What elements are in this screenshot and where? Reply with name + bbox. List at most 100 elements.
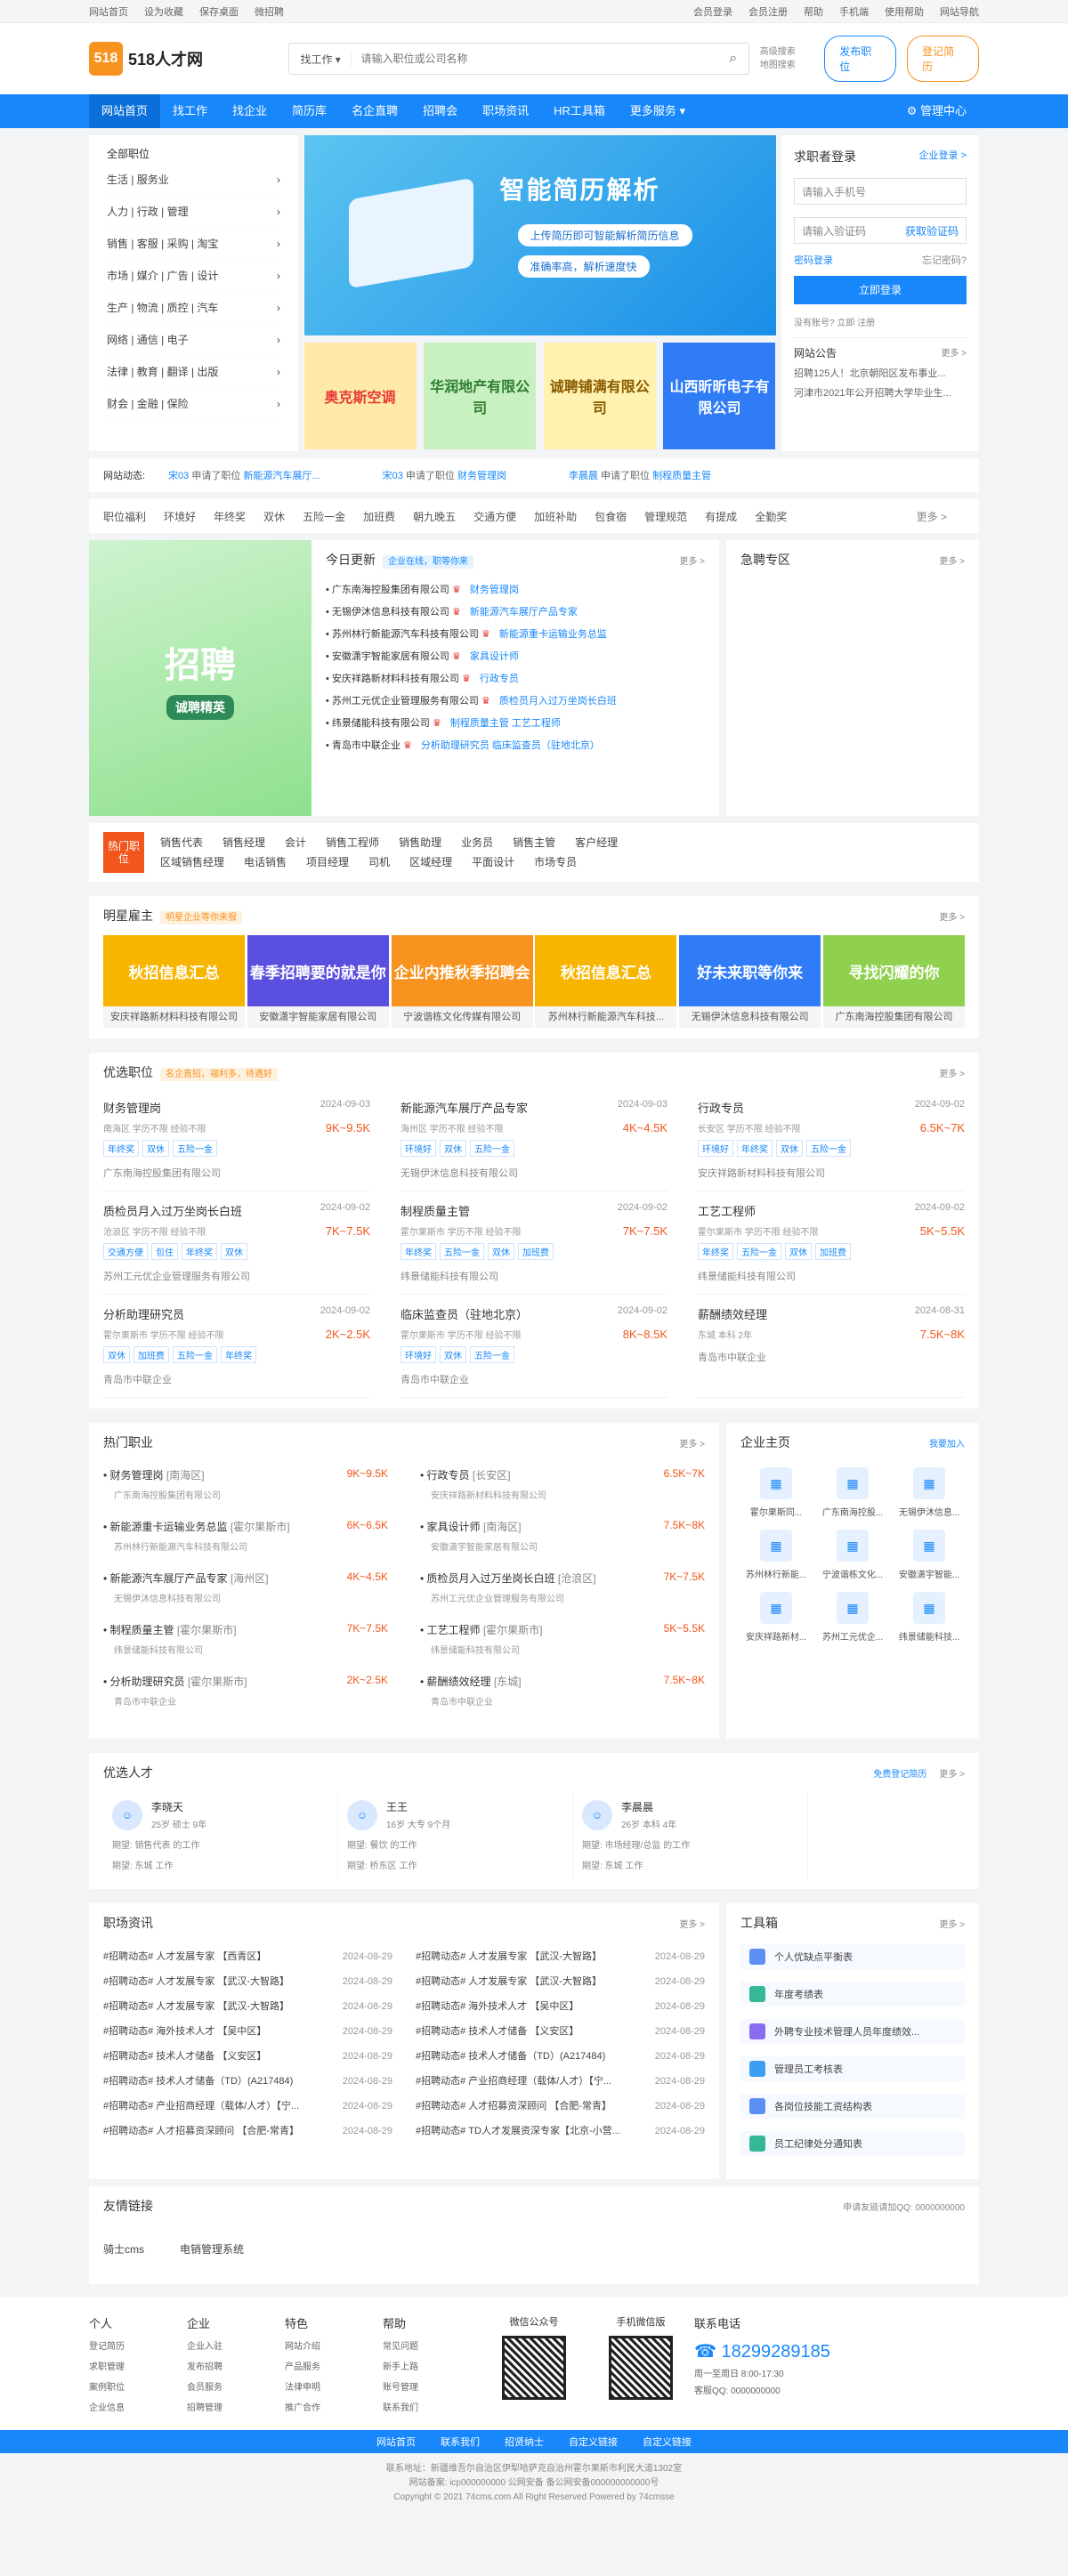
hot-career-company[interactable]: 苏州工元优企业管理服务有限公司 <box>420 1591 705 1604</box>
employer-card[interactable]: 好未来职等你来 无锡伊沐信息科技有限公司 <box>679 935 821 1028</box>
job-company[interactable]: 广东南海控股集团有限公司 <box>103 1166 370 1180</box>
top-link[interactable]: 使用帮助 <box>885 7 924 18</box>
category-item[interactable]: 法律 | 教育 | 翻译 | 出版 › <box>107 356 280 388</box>
job-company[interactable]: 苏州工元优企业管理服务有限公司 <box>103 1269 370 1283</box>
footer-link[interactable]: 求职管理 <box>89 2359 187 2372</box>
register-link[interactable]: 没有账号? 立即 注册 <box>794 315 967 328</box>
update-item[interactable]: • 安庆祥路新材料科技有限公司 ♛ 行政专员 <box>326 668 705 690</box>
tool-item[interactable]: 个人优缺点平衡表 <box>740 1944 965 1969</box>
job-link[interactable]: 新能源重卡运输业务总监 <box>499 629 607 640</box>
get-code-button[interactable]: 获取验证码 <box>905 218 959 243</box>
news-more-link[interactable]: 更多 > <box>679 1917 705 1930</box>
hot-job-link[interactable]: 销售经理 <box>222 833 265 852</box>
news-item[interactable]: #招聘动态# 技术人才储备 【义安区】 2024-08-29 <box>416 2019 705 2044</box>
hot-career-item[interactable]: • 行政专员 [长安区] 6.5K~7K 安庆祥路新材料科技有限公司 <box>420 1462 705 1514</box>
hot-career-title[interactable]: • 新能源汽车展厅产品专家 [海州区] <box>103 1571 269 1586</box>
hot-job-link[interactable]: 区域经理 <box>409 852 452 872</box>
search-input[interactable] <box>352 44 718 74</box>
enterprise-login-link[interactable]: 企业登录 > <box>919 148 967 166</box>
enterprise-item[interactable]: ▦ 苏州工元优企... <box>817 1592 888 1654</box>
job-title[interactable]: 制程质量主管 <box>400 1202 470 1219</box>
news-item[interactable]: #招聘动态# 产业招商经理（载体/人才）【宁... 2024-08-29 <box>103 2094 392 2119</box>
footer-link[interactable]: 联系我们 <box>383 2400 481 2413</box>
footer-link[interactable]: 登记简历 <box>89 2338 187 2352</box>
update-more-link[interactable]: 更多 > <box>679 553 705 567</box>
dynamic-item[interactable]: 宋03 申请了职位 新能源汽车展厅... <box>168 468 320 482</box>
job-title[interactable]: 分析助理研究员 <box>103 1305 184 1322</box>
news-item[interactable]: #招聘动态# TD人才发展资深专家【北京-小营... 2024-08-29 <box>416 2119 705 2144</box>
welfare-tag[interactable]: 管理规范 <box>644 509 687 524</box>
enterprise-item[interactable]: ▦ 安徽潇宇智能... <box>894 1530 965 1592</box>
nav-item[interactable]: 网站首页 <box>89 94 161 128</box>
footer-link[interactable]: 会员服务 <box>187 2379 285 2393</box>
news-title[interactable]: #招聘动态# TD人才发展资深专家【北京-小营... <box>416 2119 620 2144</box>
job-company[interactable]: 青岛市中联企业 <box>400 1372 668 1386</box>
post-resume-button[interactable]: 登记简历 <box>907 36 979 82</box>
hot-job-link[interactable]: 平面设计 <box>472 852 514 872</box>
enterprise-item[interactable]: ▦ 宁波谐栋文化... <box>817 1530 888 1592</box>
advanced-search-links[interactable]: 高级搜索 地图搜索 <box>760 45 813 72</box>
job-link[interactable]: 质检员月入过万坐岗长白班 <box>499 696 617 707</box>
news-title[interactable]: #招聘动态# 技术人才储备 【义安区】 <box>103 2044 266 2069</box>
manage-center-link[interactable]: ⚙ 管理中心 <box>894 94 979 128</box>
notice-more-link[interactable]: 更多 > <box>941 345 967 360</box>
news-title[interactable]: #招聘动态# 技术人才储备（TD）(A217484) <box>103 2069 293 2094</box>
news-title[interactable]: #招聘动态# 产业招商经理（载体/人才）【宁... <box>416 2069 611 2094</box>
hot-career-company[interactable]: 青岛市中联企业 <box>420 1694 705 1708</box>
welfare-tag[interactable]: 有提成 <box>705 509 737 524</box>
employer-card[interactable]: 寻找闪耀的你 广东南海控股集团有限公司 <box>822 935 965 1028</box>
welfare-tag[interactable]: 双休 <box>263 509 285 524</box>
welfare-tag[interactable]: 加班费 <box>363 509 395 524</box>
news-title[interactable]: #招聘动态# 技术人才储备（TD）(A217484) <box>416 2044 605 2069</box>
hot-career-item[interactable]: • 新能源重卡运输业务总监 [霍尔果斯市] 6K~6.5K 苏州林行新能源汽车科技有… <box>103 1514 388 1565</box>
top-link[interactable]: 设为收藏 <box>144 7 183 18</box>
small-banner[interactable]: 山西昕昕电子有限公司 <box>663 343 776 449</box>
job-title[interactable]: 质检员月入过万坐岗长白班 <box>103 1202 242 1219</box>
news-item[interactable]: #招聘动态# 技术人才储备（TD）(A217484) 2024-08-29 <box>416 2044 705 2069</box>
job-card[interactable]: 分析助理研究员 2024-09-02 霍尔果斯市 学历不限 经验不限 2K~2.5K 双… <box>103 1295 370 1398</box>
hot-job-link[interactable]: 销售代表 <box>160 833 203 852</box>
welfare-tag[interactable]: 交通方便 <box>473 509 516 524</box>
job-title[interactable]: 新能源汽车展厅产品专家 <box>400 1099 528 1116</box>
hot-career-item[interactable]: • 分析助理研究员 [霍尔果斯市] 2K~2.5K 青岛市中联企业 <box>103 1668 388 1720</box>
hot-career-company[interactable]: 苏州林行新能源汽车科技有限公司 <box>103 1539 388 1553</box>
job-card[interactable]: 临床监查员（驻地北京） 2024-09-02 霍尔果斯市 学历不限 经验不限 8K~8… <box>400 1295 668 1398</box>
footer-link[interactable]: 账号管理 <box>383 2379 481 2393</box>
main-banner[interactable]: 智能简历解析 上传简历即可智能解析简历信息 准确率高，解析速度快 <box>303 135 776 335</box>
join-link[interactable]: 我要加入 <box>929 1436 965 1450</box>
top-link[interactable]: 会员注册 <box>748 7 788 18</box>
hot-career-item[interactable]: • 质检员月入过万坐岗长白班 [沧浪区] 7K~7.5K 苏州工元优企业管理服务有限… <box>420 1565 705 1617</box>
news-item[interactable]: #招聘动态# 海外技术人才 【吴中区】 2024-08-29 <box>103 2019 392 2044</box>
enterprise-item[interactable]: ▦ 广东南海控股... <box>817 1467 888 1530</box>
company-name[interactable]: • 苏州林行新能源汽车科技有限公司 <box>326 629 479 640</box>
talent-more-link[interactable]: 更多 > <box>939 1770 965 1780</box>
login-button[interactable]: 立即登录 <box>794 276 967 304</box>
job-card[interactable]: 制程质量主管 2024-09-02 霍尔果斯市 学历不限 经验不限 7K~7.5K 年终… <box>400 1191 668 1295</box>
job-company[interactable]: 无锡伊沐信息科技有限公司 <box>400 1166 668 1180</box>
job-company[interactable]: 青岛市中联企业 <box>698 1350 965 1364</box>
nav-item[interactable]: 找企业 <box>220 94 279 128</box>
news-item[interactable]: #招聘动态# 海外技术人才 【吴中区】 2024-08-29 <box>416 1994 705 2019</box>
news-title[interactable]: #招聘动态# 人才发展专家 【武汉-大智路】 <box>416 1944 602 1969</box>
talent-card[interactable]: ☺ 李晓天 25岁 硕士 9年 期望: 销售代表 的工作 期望: 东城 工作 <box>103 1792 338 1878</box>
footer-link[interactable]: 产品服务 <box>285 2359 383 2372</box>
tool-item[interactable]: 各岗位技能工资结构表 <box>740 2094 965 2119</box>
job-link[interactable]: 制程质量主管 工艺工程师 <box>450 718 561 729</box>
hot-career-item[interactable]: • 财务管理岗 [南海区] 9K~9.5K 广东南海控股集团有限公司 <box>103 1462 388 1514</box>
hot-career-company[interactable]: 纬景储能科技有限公司 <box>420 1643 705 1656</box>
job-link[interactable]: 行政专员 <box>480 674 519 684</box>
hot-job-link[interactable]: 会计 <box>285 833 306 852</box>
nav-item[interactable]: 名企直聘 <box>339 94 410 128</box>
job-company[interactable]: 青岛市中联企业 <box>103 1372 370 1386</box>
category-item[interactable]: 网络 | 通信 | 电子 › <box>107 324 280 356</box>
hot-career-company[interactable]: 安庆祥路新材料科技有限公司 <box>420 1488 705 1501</box>
news-item[interactable]: #招聘动态# 技术人才储备（TD）(A217484) 2024-08-29 <box>103 2069 392 2094</box>
job-company[interactable]: 纬景储能科技有限公司 <box>698 1269 965 1283</box>
news-title[interactable]: #招聘动态# 人才发展专家 【武汉-大智路】 <box>416 1969 602 1994</box>
dynamic-item[interactable]: 宋03 申请了职位 财务管理岗 <box>383 468 506 482</box>
hot-career-company[interactable]: 无锡伊沐信息科技有限公司 <box>103 1591 388 1604</box>
post-job-button[interactable]: 发布职位 <box>824 36 897 82</box>
hot-job-link[interactable]: 司机 <box>368 852 390 872</box>
hot-job-link[interactable]: 电话销售 <box>244 852 287 872</box>
footer-link[interactable]: 常见问题 <box>383 2338 481 2352</box>
